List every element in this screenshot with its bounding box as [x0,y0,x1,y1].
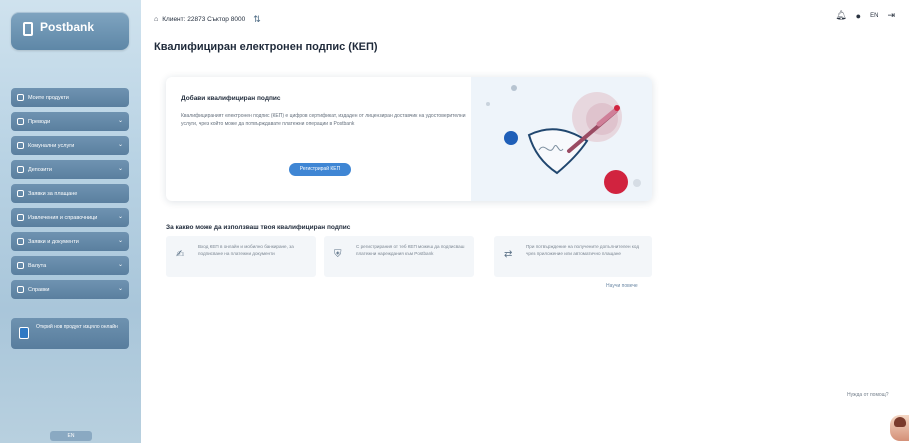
feature-text: С регистрирания от теб КЕП можеш да подп… [356,244,465,256]
help-link[interactable]: Нужда от помощ? [847,392,889,398]
sidebar-item[interactable]: Депозити ⌄ [11,160,129,179]
feature-card: ⇄ При потвърждение на получените допълни… [494,236,652,277]
sidebar: Postbank Моите продукти Преводи ⌄ Комунални… [0,0,141,443]
statements-icon [17,214,24,221]
switch-client-icon[interactable]: ⇅ [253,14,261,25]
transfer-icon [17,118,24,125]
sidebar-nav: Моите продукти Преводи ⌄ Комунални услуги ⌄ Д… [11,88,129,304]
deposit-icon [17,166,24,173]
assistant-hair [894,417,906,427]
pen-signature-illustration [486,85,641,194]
home-icon: ⌂ [154,16,159,23]
sidebar-item[interactable]: Преводи ⌄ [11,112,129,131]
sidebar-item-label: Заявки и документи [28,238,79,245]
feature-card: ✍ Вход КЕП в онлайн и мобилно банкиране,… [166,236,316,277]
chevron-down-icon: ⌄ [117,286,123,292]
sidebar-item-label: Заявки за плащане [28,190,78,197]
sidebar-item-label: Комунални услуги [28,142,75,149]
sidebar-language-button[interactable]: EN [50,431,92,441]
phone-icon [19,327,29,339]
top-actions: 🔔︎ ● EN ⇥ [835,10,895,21]
utility-icon [17,142,24,149]
sidebar-item-label: Депозити [28,166,52,173]
sidebar-item[interactable]: Комунални услуги ⌄ [11,136,129,155]
sidebar-item-label: Валута [28,262,47,269]
hero-illustration [471,77,652,201]
sidebar-item-label: Моите продукти [28,94,69,101]
logo-mark-icon [23,22,33,36]
reports-icon [17,286,24,293]
chevron-down-icon: ⌄ [117,166,123,172]
add-signature-card: Добави квалифициран подпис Квалифицирани… [166,77,652,201]
chevron-down-icon: ⌄ [117,214,123,220]
open-product-promo[interactable]: Открий нов продукт изцяло онлайн [11,318,129,349]
sidebar-item[interactable]: Заявки за плащане [11,184,129,203]
sidebar-item[interactable]: Валута ⌄ [11,256,129,275]
feature-text: Вход КЕП в онлайн и мобилно банкиране, з… [198,244,294,256]
chevron-down-icon: ⌄ [117,238,123,244]
assistant-avatar[interactable] [890,415,909,441]
shield-icon: ⛨ [334,249,342,260]
hero-paragraph: Квалифицираният електронен подпис (КЕП) … [181,113,466,127]
usage-subtitle: За какво може да използваш твоя квалифиц… [166,224,351,231]
sidebar-item-label: Извлечения и справочници [28,214,98,221]
learn-more-link[interactable]: Научи повече [606,283,638,289]
bell-icon[interactable]: 🔔︎ [835,10,846,21]
sidebar-item[interactable]: Справки ⌄ [11,280,129,299]
client-selector[interactable]: ⌂ Клиент: 22873 Съктор 8000 ⇅ [154,14,261,25]
sidebar-item[interactable]: Извлечения и справочници ⌄ [11,208,129,227]
payment-request-icon [17,190,24,197]
language-switch[interactable]: EN [870,13,878,19]
chevron-down-icon: ⌄ [117,142,123,148]
feature-card: ⛨ С регистрирания от теб КЕП можеш да по… [324,236,474,277]
client-label: Клиент: 22873 Съктор 8000 [162,16,246,23]
sidebar-item-label: Преводи [28,118,51,125]
documents-icon [17,238,24,245]
promo-label: Открий нов продукт изцяло онлайн [36,324,118,330]
chevron-down-icon: ⌄ [117,262,123,268]
signature-icon: ✍ [176,249,185,260]
postbank-logo[interactable]: Postbank [11,12,129,50]
home-icon [17,94,24,101]
logo-text: Postbank [40,20,95,34]
logout-icon[interactable]: ⇥ [887,10,895,21]
currency-icon [17,262,24,269]
user-icon[interactable]: ● [856,11,861,21]
sidebar-item[interactable]: Моите продукти [11,88,129,107]
feature-text: При потвърждение на получените допълните… [526,244,639,256]
page-title: Квалифициран електронен подпис (КЕП) [154,41,378,53]
phone-link-icon: ⇄ [504,249,513,260]
hero-heading: Добави квалифициран подпис [181,95,281,102]
sidebar-item-label: Справки [28,286,50,293]
sidebar-item[interactable]: Заявки и документи ⌄ [11,232,129,251]
register-kep-button[interactable]: Регистрирай КЕП [289,163,351,176]
chevron-down-icon: ⌄ [117,118,123,124]
app-root: Postbank Моите продукти Преводи ⌄ Комунални… [0,0,909,443]
